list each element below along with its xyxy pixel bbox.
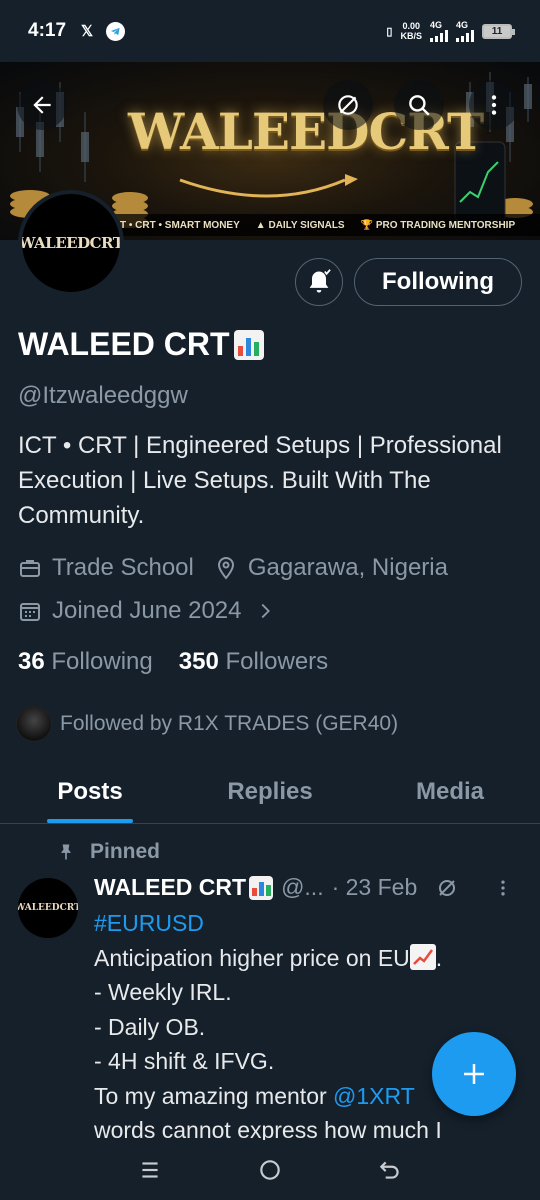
plus-icon	[464, 1064, 484, 1084]
recent-apps-icon[interactable]	[137, 1157, 163, 1183]
more-options-button[interactable]	[469, 80, 519, 130]
telegram-notification-icon	[106, 21, 126, 41]
battery-icon: 11	[482, 23, 515, 39]
profile-location: Gagarawa, Nigeria	[247, 554, 448, 581]
post-line: Anticipation higher price on EU.	[94, 943, 443, 971]
display-name: WALEED CRT	[18, 326, 264, 363]
post-line: - Weekly IRL.	[94, 979, 232, 1005]
vibrate-icon: ▯	[386, 25, 393, 38]
user-handle: @Itzwaleedggw	[18, 382, 188, 409]
post-more-icon	[501, 880, 505, 895]
back-nav-icon[interactable]	[377, 1157, 403, 1183]
profile-category: Trade School	[52, 554, 194, 581]
following-button[interactable]: Following	[354, 258, 522, 306]
tab-posts[interactable]: Posts	[0, 760, 180, 823]
profile-bio: ICT • CRT | Engineered Setups | Professi…	[18, 432, 502, 529]
status-bar: 4:17 𝕏 ▯ 0.00 KB/S 4G 4G 11	[0, 0, 540, 62]
system-navigation-bar	[0, 1140, 540, 1200]
more-vertical-icon	[491, 95, 497, 115]
profile-joined: Joined June 2024	[52, 597, 242, 624]
compose-post-button[interactable]	[432, 1032, 516, 1116]
signal-bars-icon	[456, 29, 474, 42]
status-time: 4:17	[28, 20, 67, 41]
bar-chart-emoji-icon	[233, 329, 264, 360]
network-1: 4G	[430, 20, 448, 42]
post-author-name[interactable]: WALEED CRT	[94, 874, 274, 901]
notification-bell-icon	[309, 269, 331, 293]
grok-icon	[338, 95, 358, 115]
followed-by-text: Followed by R1X TRADES (GER40)	[60, 712, 399, 735]
post-author-avatar[interactable]: WALEEDCRT	[18, 878, 78, 938]
back-button[interactable]	[17, 80, 67, 130]
back-arrow-icon	[33, 96, 51, 114]
tab-replies[interactable]: Replies	[180, 760, 360, 823]
location-pin-icon	[217, 556, 234, 580]
signal-bars-icon	[430, 29, 448, 42]
tab-media[interactable]: Media	[360, 760, 540, 823]
profile-avatar[interactable]: WALEEDCRT	[18, 190, 124, 296]
follow-counts: 36 Following 350 Followers	[18, 648, 328, 676]
chevron-right-icon	[261, 603, 270, 619]
home-icon[interactable]	[257, 1157, 283, 1183]
bar-chart-emoji-icon	[249, 875, 274, 900]
followers-count-link[interactable]: 350 Followers	[179, 648, 328, 676]
x-notification-icon: 𝕏	[80, 23, 94, 40]
post-mention[interactable]: @1XRT	[333, 1083, 415, 1109]
grok-icon	[439, 879, 456, 896]
post-hashtag[interactable]: #EURUSD	[94, 906, 524, 941]
calendar-icon	[20, 603, 40, 621]
follower-avatar	[16, 706, 52, 742]
briefcase-icon	[20, 560, 40, 577]
search-icon	[409, 95, 430, 116]
data-speed: 0.00 KB/S	[400, 21, 422, 41]
profile-joined-row[interactable]: Joined June 2024	[18, 597, 286, 625]
post-author-handle: @...	[281, 874, 324, 900]
chart-increasing-emoji-icon	[409, 943, 436, 970]
followed-by-row[interactable]: Followed by R1X TRADES (GER40)	[16, 706, 398, 742]
pinned-indicator: Pinned	[56, 840, 160, 864]
network-2: 4G	[456, 20, 474, 42]
status-right: ▯ 0.00 KB/S 4G 4G 11	[386, 20, 515, 42]
post-header: WALEED CRT @... · 23 Feb	[94, 874, 513, 901]
search-button[interactable]	[394, 80, 444, 130]
banner-tagline-strip: T • CRT • SMART MONEY ▲ DAILY SIGNALS 🏆 …	[112, 214, 540, 236]
post-date: · 23 Feb	[331, 874, 418, 900]
following-count-link[interactable]: 36 Following	[18, 648, 153, 676]
notifications-button[interactable]	[295, 258, 343, 306]
pin-icon	[61, 844, 71, 860]
profile-tabs: Posts Replies Media	[0, 760, 540, 824]
profile-meta-row: Trade School Gagarawa, Nigeria	[18, 554, 448, 582]
grok-button[interactable]	[323, 80, 373, 130]
